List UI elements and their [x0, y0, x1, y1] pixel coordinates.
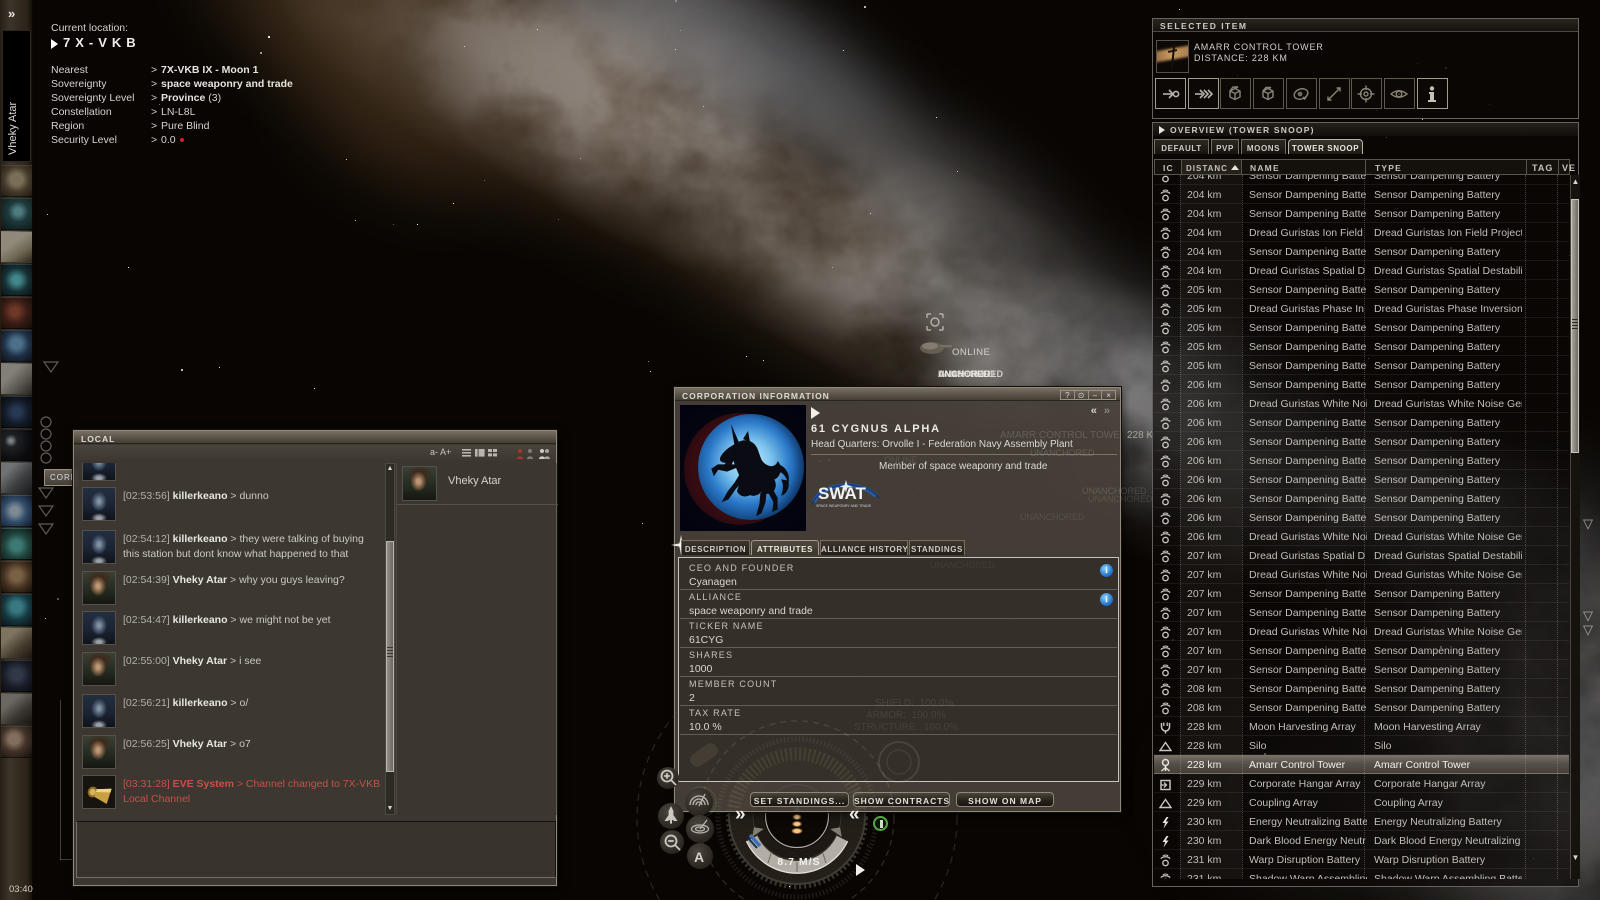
- svg-text:SPACE WEAPONRY AND TRADE: SPACE WEAPONRY AND TRADE: [816, 504, 872, 508]
- svg-text:A: A: [694, 849, 704, 865]
